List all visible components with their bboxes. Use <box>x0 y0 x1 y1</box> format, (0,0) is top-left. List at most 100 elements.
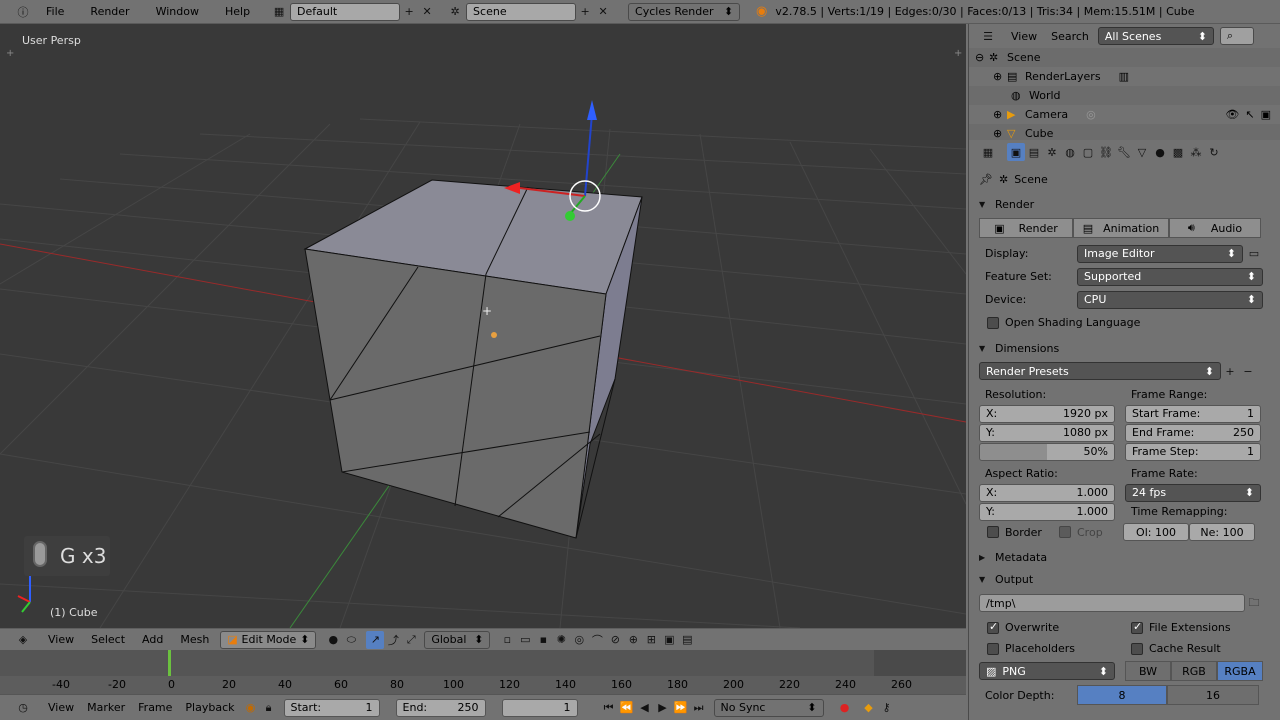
select-icon[interactable]: ↖ <box>1245 108 1254 121</box>
tl-menu-frame[interactable]: Frame <box>138 701 172 714</box>
osl-checkbox[interactable] <box>987 316 999 329</box>
outliner-item-world[interactable]: ◍ World <box>969 86 1280 105</box>
dimensions-panel-header[interactable]: ▼ Dimensions <box>969 338 1280 358</box>
play-icon[interactable]: ▶ <box>654 699 672 717</box>
layout-field[interactable]: Default <box>290 2 401 21</box>
resolution-y-field[interactable]: Y: 1080 px <box>979 423 1115 442</box>
physics-tab-icon[interactable]: ↻ <box>1205 143 1223 161</box>
aspect-y-field[interactable]: Y: 1.000 <box>979 502 1115 521</box>
render-button[interactable]: ▣ Render <box>979 218 1073 238</box>
output-path-input[interactable]: /tmp\ <box>979 594 1245 612</box>
material-tab-icon[interactable]: ● <box>1151 143 1169 161</box>
output-panel-header[interactable]: ▼ Output <box>969 569 1280 589</box>
menu-select[interactable]: Select <box>91 633 125 646</box>
screen-layout-icon[interactable]: ▦ <box>270 3 288 21</box>
jump-start-icon[interactable]: ⏮ <box>600 699 618 717</box>
color-rgb-button[interactable]: RGB <box>1171 661 1217 681</box>
region-toggle-icon[interactable]: + <box>6 48 14 59</box>
y-arrow-icon[interactable] <box>565 211 575 221</box>
add-layout-icon[interactable]: + <box>400 3 418 21</box>
modifiers-tab-icon[interactable]: 🔧︎ <box>1115 143 1133 161</box>
texture-tab-icon[interactable]: ▩ <box>1169 143 1187 161</box>
manipulator-scale-icon[interactable]: ⤢ <box>402 631 420 649</box>
end-frame-field[interactable]: End: 250 <box>395 698 486 717</box>
prev-key-icon[interactable]: ⏪ <box>618 699 636 717</box>
remap-new-field[interactable]: Ne: 100 <box>1189 523 1255 541</box>
render-icon[interactable]: ▣ <box>1261 108 1271 121</box>
file-format-select[interactable]: ▨ PNG ⬍ <box>979 662 1115 680</box>
z-arrow-icon[interactable] <box>587 100 597 120</box>
overwrite-checkbox[interactable] <box>987 620 999 634</box>
menu-mesh[interactable]: Mesh <box>180 633 209 646</box>
end-frame-field[interactable]: End Frame: 250 <box>1125 423 1261 442</box>
frame-step-field[interactable]: Frame Step: 1 <box>1125 442 1261 461</box>
remove-preset-icon[interactable]: − <box>1239 362 1257 380</box>
timeline-ruler[interactable]: -40 -20 0 20 40 60 80 100 120 140 160 18… <box>0 676 966 694</box>
region-toggle-icon-right[interactable]: + <box>954 48 962 59</box>
data-tab-icon[interactable]: ▽ <box>1133 143 1151 161</box>
manipulator-rotate-icon[interactable]: ⤴ <box>384 631 402 649</box>
orientation-select[interactable]: Global ⬍ <box>424 630 491 649</box>
snap-element-icon[interactable]: ⊞ <box>642 631 660 649</box>
metadata-panel-header[interactable]: ▶ Metadata <box>969 547 1280 567</box>
outliner-menu-view[interactable]: View <box>1011 30 1037 43</box>
cube-mesh[interactable] <box>303 179 643 539</box>
display-window-icon[interactable]: ▭ <box>1245 245 1263 263</box>
outliner-menu-search[interactable]: Search <box>1051 30 1089 43</box>
render-anim-icon[interactable]: ▤ <box>678 631 696 649</box>
color-rgba-button[interactable]: RGBA <box>1217 661 1263 681</box>
tl-menu-view[interactable]: View <box>48 701 74 714</box>
scene-tab-icon[interactable]: ✲ <box>1043 143 1061 161</box>
menu-add[interactable]: Add <box>142 633 163 646</box>
lock-icon[interactable]: 🔒︎ <box>260 699 278 717</box>
render-engine-select[interactable]: Cycles Render ⬍ <box>628 2 741 21</box>
keying-set-icon[interactable]: ◆ <box>860 699 878 717</box>
proportional-edit-icon[interactable]: ◎ <box>570 631 588 649</box>
tl-menu-playback[interactable]: Playback <box>185 701 234 714</box>
menu-help[interactable]: Help <box>225 5 250 18</box>
z-manipulator[interactable] <box>584 113 593 197</box>
depth-16-button[interactable]: 16 <box>1167 685 1259 705</box>
3d-viewport[interactable]: + User Persp G x3 (1) Cube + + <box>0 24 966 628</box>
occlude-icon[interactable]: ✺ <box>552 631 570 649</box>
expand-icon[interactable]: ⊕ <box>993 70 1007 83</box>
remove-scene-icon[interactable]: ✕ <box>594 3 612 21</box>
animation-button[interactable]: ▤ Animation <box>1073 218 1169 238</box>
border-checkbox[interactable] <box>987 526 999 538</box>
start-frame-field[interactable]: Start Frame: 1 <box>1125 404 1261 423</box>
scene-icon[interactable]: ✲ <box>446 3 464 21</box>
timeline-area[interactable]: -40 -20 0 20 40 60 80 100 120 140 160 18… <box>0 650 966 694</box>
edge-select-icon[interactable]: ▭ <box>516 631 534 649</box>
menu-view[interactable]: View <box>48 633 74 646</box>
outliner-item-camera[interactable]: ⊕ ▶ Camera ◎ 👁︎ ↖ ▣ <box>969 105 1280 124</box>
expand-icon[interactable]: ⊕ <box>993 108 1007 121</box>
frame-rate-select[interactable]: 24 fps ⬍ <box>1125 483 1261 502</box>
expand-icon[interactable]: ⊖ <box>975 51 989 64</box>
render-panel-header[interactable]: ▼ Render <box>969 194 1280 214</box>
expand-icon[interactable]: ⊕ <box>993 127 1007 140</box>
outliner-item-renderlayers[interactable]: ⊕ ▤ RenderLayers ▥ <box>969 67 1280 86</box>
sync-select[interactable]: No Sync ⬍ <box>713 698 824 717</box>
renderlayers-tab-icon[interactable]: ▤ <box>1025 143 1043 161</box>
shading-icon[interactable]: ● <box>324 631 342 649</box>
snap-icon[interactable]: ⊘ <box>606 631 624 649</box>
remove-layout-icon[interactable]: ✕ <box>418 3 436 21</box>
feature-select[interactable]: Supported ⬍ <box>1077 267 1263 286</box>
crop-checkbox[interactable] <box>1059 526 1071 538</box>
start-frame-field[interactable]: Start: 1 <box>283 698 380 717</box>
render-tab-icon[interactable]: ▣ <box>1007 143 1025 161</box>
snap-target-icon[interactable]: ⊕ <box>624 631 642 649</box>
add-preset-icon[interactable]: + <box>1221 362 1239 380</box>
timeline-editor-icon[interactable]: ◷ <box>14 699 32 717</box>
info-editor-icon[interactable]: ⓘ <box>14 3 32 21</box>
particles-tab-icon[interactable]: ⁂ <box>1187 143 1205 161</box>
add-scene-icon[interactable]: + <box>576 3 594 21</box>
world-tab-icon[interactable]: ◍ <box>1061 143 1079 161</box>
display-select[interactable]: Image Editor ⬍ <box>1077 244 1243 263</box>
aspect-x-field[interactable]: X: 1.000 <box>979 483 1115 502</box>
next-key-icon[interactable]: ⏩ <box>672 699 690 717</box>
visibility-icon[interactable]: 👁︎ <box>1225 108 1239 121</box>
pivot-icon[interactable]: ⬭ <box>342 631 360 649</box>
audio-button[interactable]: 🔊︎ Audio <box>1169 218 1261 238</box>
folder-icon[interactable]: 🗀︎ <box>1245 594 1263 612</box>
